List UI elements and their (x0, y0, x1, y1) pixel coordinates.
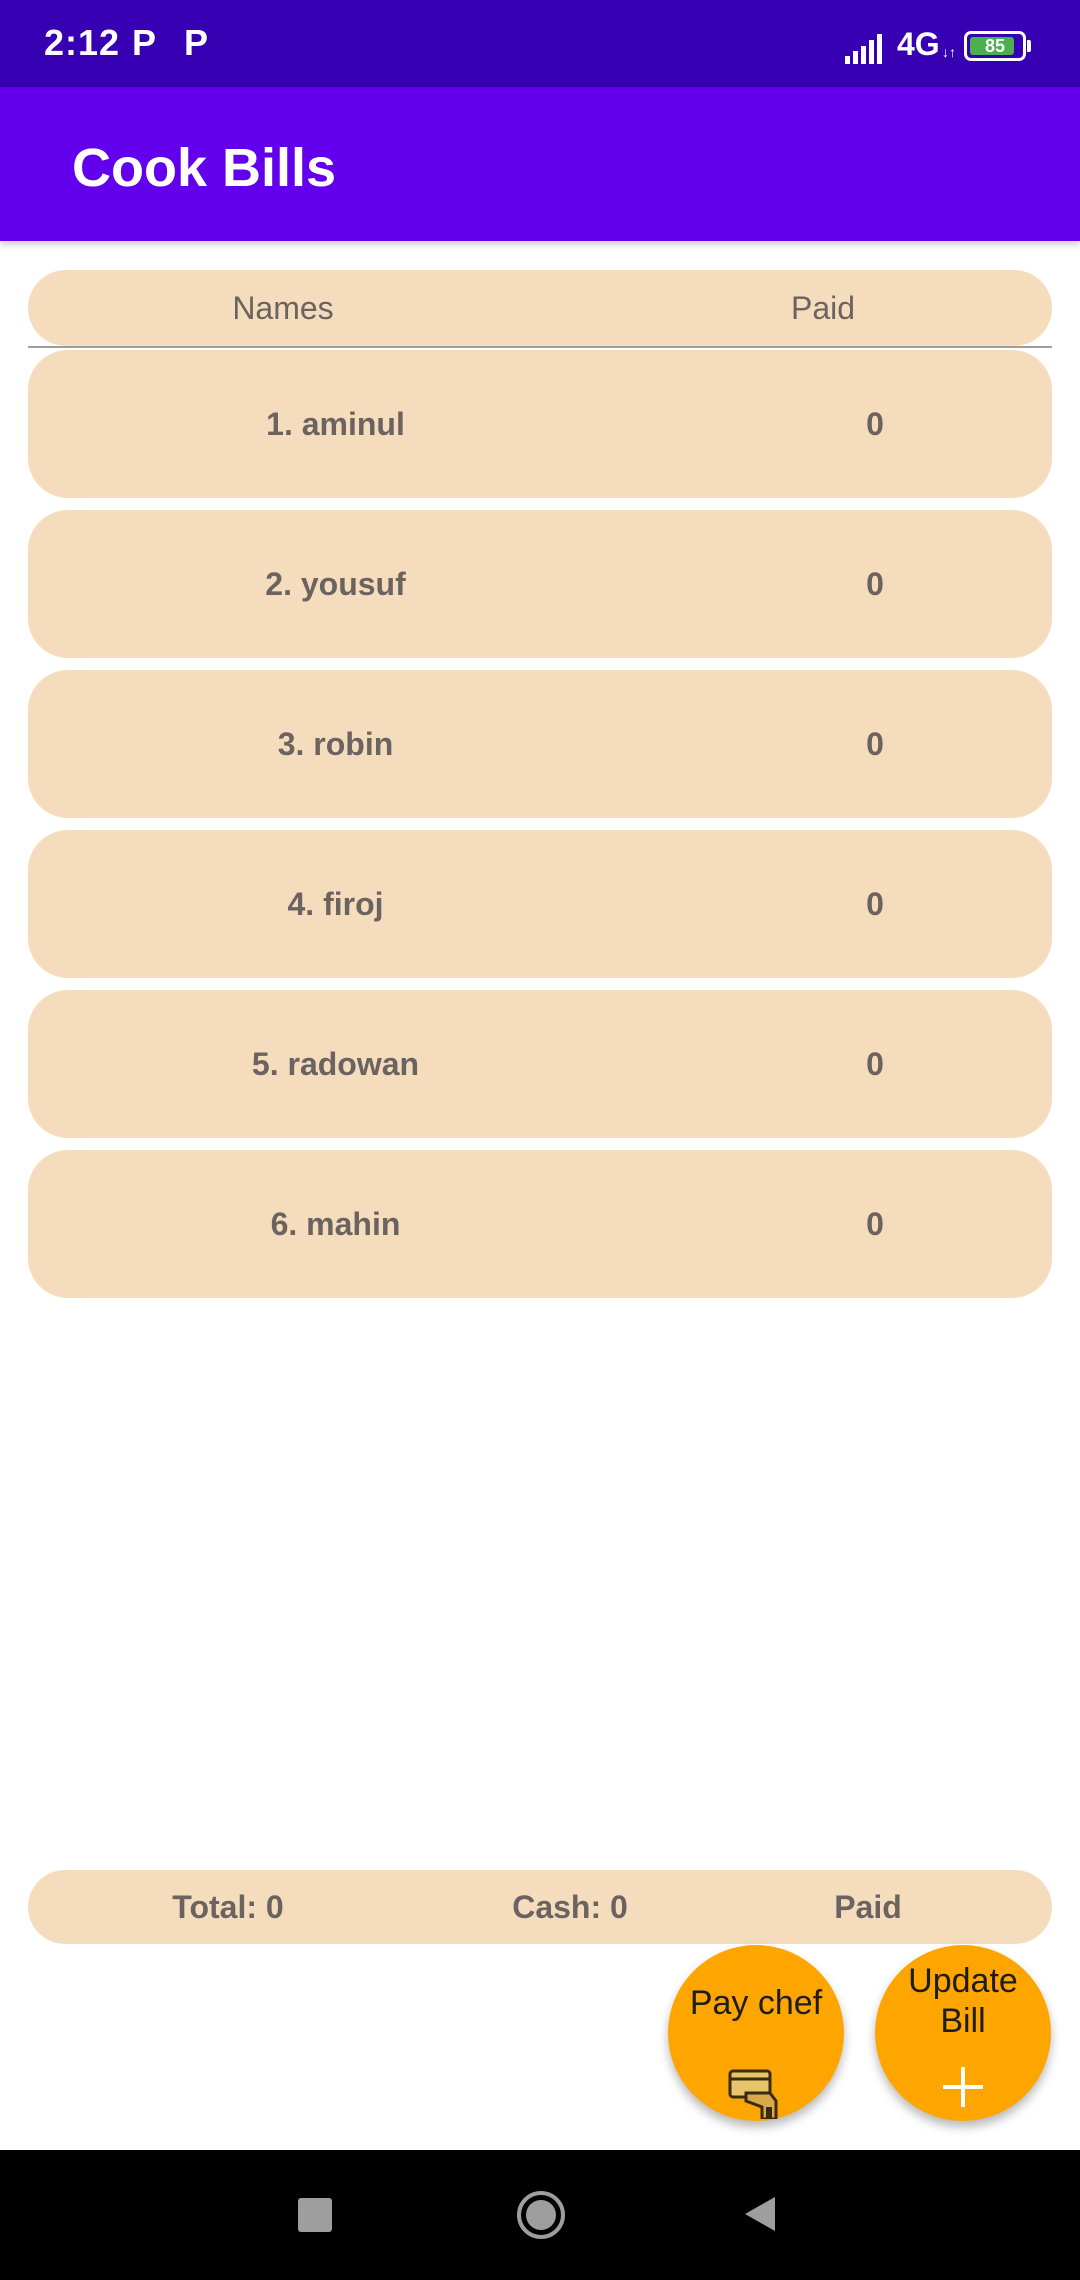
member-paid: 0 (866, 726, 884, 762)
column-header-names: Names (232, 290, 334, 326)
status-bar: 2:12 P P 4G ↓↑ 85 (0, 0, 1080, 87)
notification-p-icon: P (132, 22, 157, 63)
notification-p-icon: P (184, 22, 209, 63)
network-activity-icon: ↓↑ (942, 44, 956, 60)
member-name: 3. robin (277, 726, 394, 762)
header-divider (28, 346, 1052, 348)
list-item[interactable]: 2. yousuf 0 (28, 510, 1052, 658)
summary-bar: Total: 0 Cash: 0 Paid (28, 1870, 1052, 1944)
app-bar: Cook Bills (0, 87, 1080, 241)
list-item[interactable]: 1. aminul 0 (28, 350, 1052, 498)
home-button[interactable] (480, 2150, 600, 2280)
update-bill-label-line1: Update (908, 1962, 1018, 2000)
update-bill-button[interactable]: Update Bill (875, 1945, 1051, 2121)
paid-label: Paid (834, 1889, 902, 1925)
battery-tip (1027, 40, 1031, 52)
battery-level: 85 (984, 36, 1006, 56)
screen: 2:12 P P 4G ↓↑ 85 Cook Bills Names Paid … (0, 0, 1080, 2280)
cash-label: Cash: 0 (512, 1889, 628, 1925)
update-bill-label-line2: Bill (940, 2002, 986, 2040)
member-name: 4. firoj (287, 886, 384, 922)
member-list: 1. aminul 0 2. yousuf 0 3. robin 0 4. fi… (28, 350, 1052, 1310)
network-type: 4G (897, 26, 940, 62)
list-item[interactable]: 4. firoj 0 (28, 830, 1052, 978)
member-paid: 0 (866, 406, 884, 442)
status-time: 2:12 (44, 22, 121, 63)
member-name: 2. yousuf (265, 566, 406, 602)
pay-chef-label: Pay chef (689, 1984, 823, 2022)
triangle-icon (745, 2197, 775, 2231)
square-icon (298, 2198, 332, 2232)
column-header-paid: Paid (790, 290, 856, 326)
total-label: Total: 0 (172, 1889, 284, 1925)
table-header: Names Paid (28, 270, 1052, 346)
member-name: 6. mahin (270, 1206, 401, 1242)
member-paid: 0 (866, 1046, 884, 1082)
battery-icon: 85 (964, 31, 1026, 61)
circle-icon (517, 2191, 565, 2239)
member-name: 1. aminul (266, 406, 405, 442)
recents-button[interactable] (255, 2150, 375, 2280)
member-paid: 0 (866, 566, 884, 602)
list-item[interactable]: 3. robin 0 (28, 670, 1052, 818)
member-paid: 0 (866, 886, 884, 922)
member-name: 5. radowan (251, 1046, 420, 1082)
app-title: Cook Bills (72, 138, 337, 198)
signal-icon (845, 34, 882, 64)
member-paid: 0 (866, 1206, 884, 1242)
wallet-hand-icon (728, 2069, 778, 2119)
list-item[interactable]: 5. radowan 0 (28, 990, 1052, 1138)
update-bill-label: Update Bill (875, 1961, 1051, 2041)
list-item[interactable]: 6. mahin 0 (28, 1150, 1052, 1298)
plus-icon (943, 2067, 983, 2107)
back-button[interactable] (700, 2150, 820, 2280)
navigation-bar (0, 2150, 1080, 2280)
pay-chef-button[interactable]: Pay chef (668, 1945, 844, 2121)
